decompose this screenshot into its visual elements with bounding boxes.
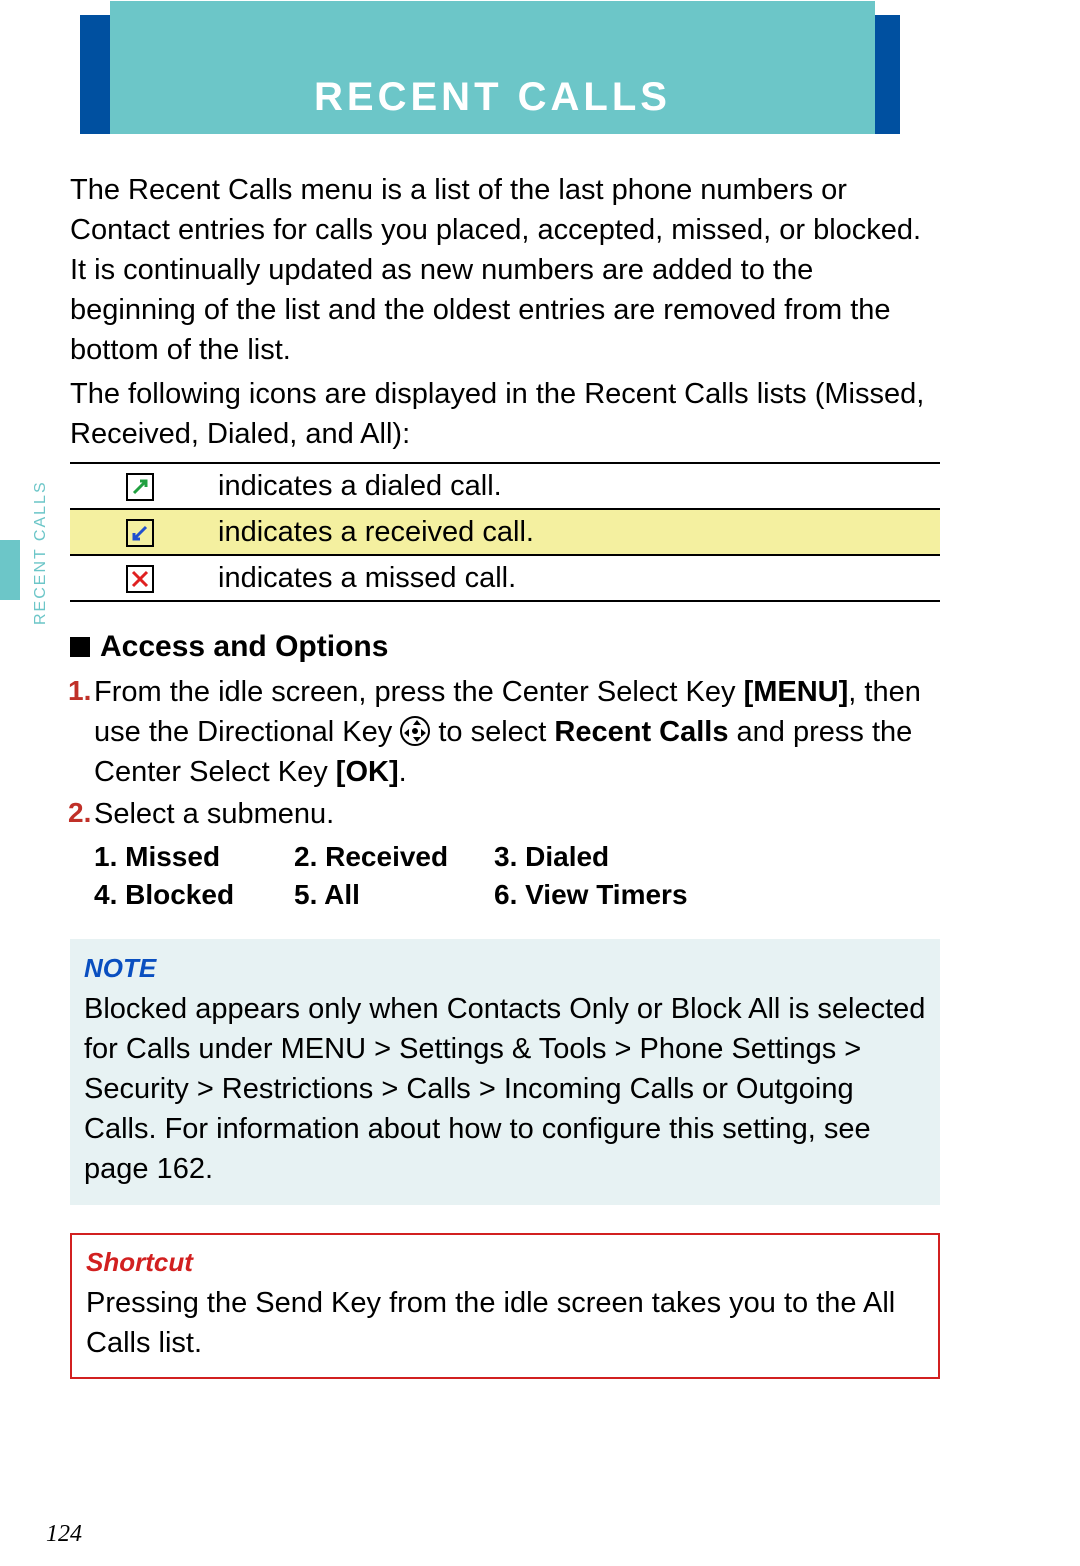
page-title: RECENT CALLS [314,75,671,120]
step-text: . [399,756,407,788]
missed-call-icon [126,565,154,593]
header-main: RECENT CALLS [110,1,875,134]
step-1: From the idle screen, press the Center S… [94,672,940,792]
icon-cell [70,463,208,509]
submenu-grid: 1. Missed 2. Received 3. Dialed 4. Block… [94,838,940,915]
square-bullet-icon [70,637,90,657]
side-section-label: RECENT CALLS [32,480,50,625]
step-2: Select a submenu. [94,794,940,834]
dialed-call-icon [126,473,154,501]
submenu-item: 2. Received [294,838,494,877]
icon-desc: indicates a received call. [208,509,940,555]
header-accent-right [875,15,900,134]
shortcut-box: Shortcut Pressing the Send Key from the … [70,1233,940,1379]
icon-legend-table: indicates a dialed call. indicates a rec… [70,462,940,602]
note-box: NOTE Blocked appears only when Contacts … [70,939,940,1205]
note-body: Blocked appears only when Contacts Only … [84,989,926,1189]
icon-desc: indicates a missed call. [208,555,940,601]
submenu-item: 4. Blocked [94,876,294,915]
note-title: NOTE [84,951,926,987]
key-label-ok: [OK] [336,756,399,788]
icon-cell [70,555,208,601]
side-tab [0,540,20,600]
table-row: indicates a dialed call. [70,463,940,509]
received-call-icon [126,519,154,547]
section-title: Access and Options [100,630,388,663]
page-number: 124 [46,1521,82,1548]
directional-key-icon [400,716,430,746]
submenu-item: 3. Dialed [494,838,714,877]
page-content: The Recent Calls menu is a list of the l… [70,170,940,1379]
table-row: indicates a received call. [70,509,940,555]
header-accent-left [80,15,110,134]
step-text: to select [430,716,554,748]
icon-desc: indicates a dialed call. [208,463,940,509]
step-text: From the idle screen, press the Center S… [94,676,744,708]
table-row: indicates a missed call. [70,555,940,601]
submenu-item: 1. Missed [94,838,294,877]
page: RECENT CALLS RECENT CALLS The Recent Cal… [0,0,1080,1566]
shortcut-body: Pressing the Send Key from the idle scre… [86,1283,924,1363]
shortcut-title: Shortcut [86,1245,924,1281]
steps-list: From the idle screen, press the Center S… [70,672,940,834]
intro-paragraph-1: The Recent Calls menu is a list of the l… [70,170,940,370]
page-header: RECENT CALLS [80,15,900,134]
menu-name-recent-calls: Recent Calls [554,716,728,748]
submenu-item: 5. All [294,876,494,915]
section-heading: Access and Options [70,626,940,667]
submenu-item: 6. View Timers [494,876,714,915]
step-text: Select a submenu. [94,798,334,830]
icon-cell [70,509,208,555]
key-label-menu: [MENU] [744,676,849,708]
intro-paragraph-2: The following icons are displayed in the… [70,374,940,454]
